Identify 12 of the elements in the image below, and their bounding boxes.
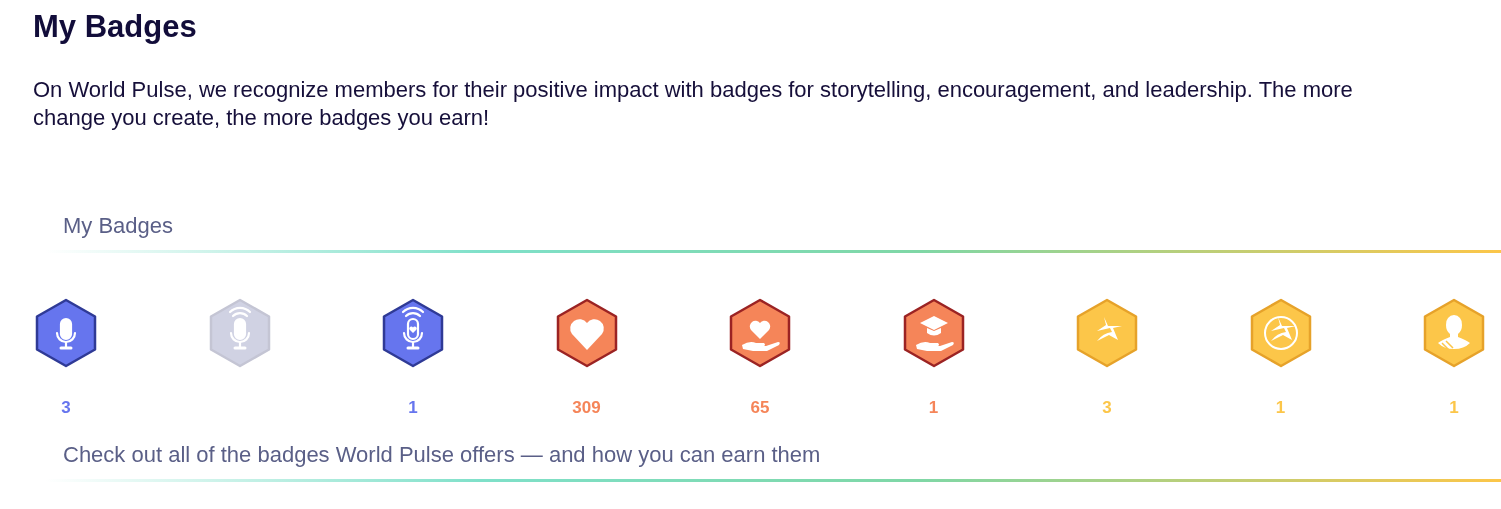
section-heading: My Badges — [63, 212, 175, 240]
badge-count: 1 — [1449, 398, 1459, 417]
badge-count: 1 — [1275, 398, 1286, 417]
badges-info-link[interactable]: Check out all of the badges World Pulse offers — and how you can earn them — [63, 441, 1501, 469]
badge-count: 3 — [1102, 398, 1112, 417]
badge-count: 309 — [572, 398, 601, 417]
badge-count: 1 — [408, 398, 418, 417]
page-title: My Badges — [33, 8, 198, 46]
badge-count: 1 — [928, 398, 939, 417]
badge-count: 65 — [750, 398, 770, 417]
intro-paragraph: On World Pulse, we recognize members for their positive impact with badges for storytelling, encouragement, and leadership. The more change you create, the more badges you earn! — [33, 76, 1354, 132]
badge-count: 3 — [61, 398, 71, 417]
